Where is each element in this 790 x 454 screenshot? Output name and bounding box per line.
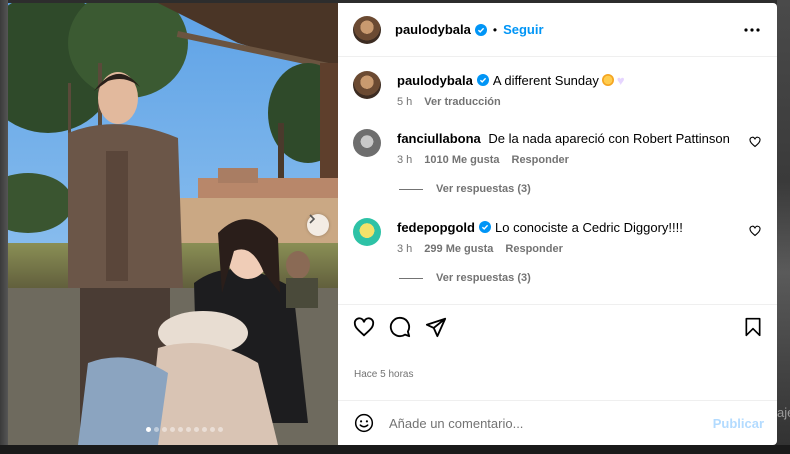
comment-username[interactable]: fedepopgold xyxy=(397,220,475,235)
comment-like-icon[interactable] xyxy=(749,225,761,237)
action-bar xyxy=(338,305,777,349)
author-username[interactable]: paulodybala xyxy=(395,22,471,37)
comment-time: 3 h xyxy=(397,243,413,255)
caption-avatar[interactable] xyxy=(353,71,381,99)
comment-like-icon[interactable] xyxy=(749,136,761,148)
like-button[interactable] xyxy=(352,315,376,339)
caption-time: 5 h xyxy=(397,96,413,108)
backdrop-edge-text: aje xyxy=(777,405,790,420)
view-replies-label: Ver respuestas (3) xyxy=(436,183,531,195)
view-replies-label: Ver respuestas (3) xyxy=(436,272,531,284)
carousel-dot xyxy=(169,427,175,432)
comment-text: Lo conociste a Cedric Diggory!!!! xyxy=(495,220,683,235)
carousel-dot xyxy=(193,427,199,432)
verified-badge-icon xyxy=(476,74,489,86)
carousel-dot xyxy=(145,427,151,432)
carousel-dot xyxy=(161,427,167,432)
verified-badge-icon xyxy=(479,221,491,233)
caption-username[interactable]: paulodybala xyxy=(397,73,473,88)
more-options-button[interactable] xyxy=(743,21,761,39)
photo-scene xyxy=(8,3,338,445)
carousel-dot xyxy=(201,427,207,432)
sun-emoji-icon xyxy=(601,74,614,86)
carousel-dot xyxy=(217,427,223,432)
post-header: paulodybala • Seguir xyxy=(338,3,777,57)
carousel-dot xyxy=(153,427,159,432)
heart-icon xyxy=(353,317,375,337)
comment-username[interactable]: fanciullabona xyxy=(397,131,481,146)
publish-button[interactable]: Publicar xyxy=(713,416,764,431)
translate-link[interactable]: Ver traducción xyxy=(424,96,500,108)
save-button[interactable] xyxy=(741,315,765,339)
comment-item: fedepopgold Lo conociste a Cedric Diggory… xyxy=(353,218,761,255)
comment-time: 3 h xyxy=(397,154,413,166)
chevron-right-icon xyxy=(309,214,316,224)
emoji-icon[interactable] xyxy=(354,413,374,433)
comments-list[interactable]: paulodybala A different Sunday ♥ 5 h Ver t… xyxy=(338,57,777,305)
view-replies-button[interactable]: Ver respuestas (3) xyxy=(399,183,531,195)
comment-likes[interactable]: 299 Me gusta xyxy=(424,243,493,255)
share-button[interactable] xyxy=(424,315,448,339)
verified-badge-icon xyxy=(474,23,487,36)
comment-input[interactable] xyxy=(389,415,713,431)
comment-text: De la nada apareció con Robert Pattinson xyxy=(488,131,730,146)
reply-button[interactable]: Responder xyxy=(505,243,562,255)
post-details-panel: paulodybala • Seguir paulodybala A diffe… xyxy=(338,3,777,445)
follow-button[interactable]: Seguir xyxy=(503,22,543,37)
comment-icon xyxy=(389,316,411,338)
more-options-icon xyxy=(744,27,760,32)
backdrop-right-edge xyxy=(777,0,790,454)
caption-item: paulodybala A different Sunday ♥ 5 h Ver t… xyxy=(353,71,761,108)
carousel-indicator xyxy=(8,427,338,432)
bookmark-icon xyxy=(745,317,761,337)
author-avatar[interactable] xyxy=(353,15,381,44)
post-timestamp[interactable]: Hace 5 horas xyxy=(338,349,777,401)
view-replies-button[interactable]: Ver respuestas (3) xyxy=(399,272,531,284)
header-separator: • xyxy=(492,22,498,37)
carousel-next-button[interactable] xyxy=(307,214,329,236)
share-icon xyxy=(425,317,447,338)
post-photo[interactable] xyxy=(8,3,338,445)
add-comment-bar: Publicar xyxy=(338,401,777,445)
carousel-dot xyxy=(209,427,215,432)
heart-emoji-icon: ♥ xyxy=(616,73,625,88)
comment-item: fanciullabona De la nada apareció con Ro… xyxy=(353,129,761,166)
replies-line xyxy=(399,277,423,279)
comment-button[interactable] xyxy=(388,315,412,339)
replies-line xyxy=(399,188,423,190)
caption-text: A different Sunday xyxy=(492,73,599,88)
carousel-dot xyxy=(185,427,191,432)
post-modal: paulodybala • Seguir paulodybala A diffe… xyxy=(8,3,777,445)
carousel-dot xyxy=(177,427,183,432)
comment-likes[interactable]: 1010 Me gusta xyxy=(424,154,499,166)
backdrop-bottom xyxy=(0,445,790,454)
reply-button[interactable]: Responder xyxy=(512,154,569,166)
commenter-avatar[interactable] xyxy=(353,218,381,246)
commenter-avatar[interactable] xyxy=(353,129,381,157)
